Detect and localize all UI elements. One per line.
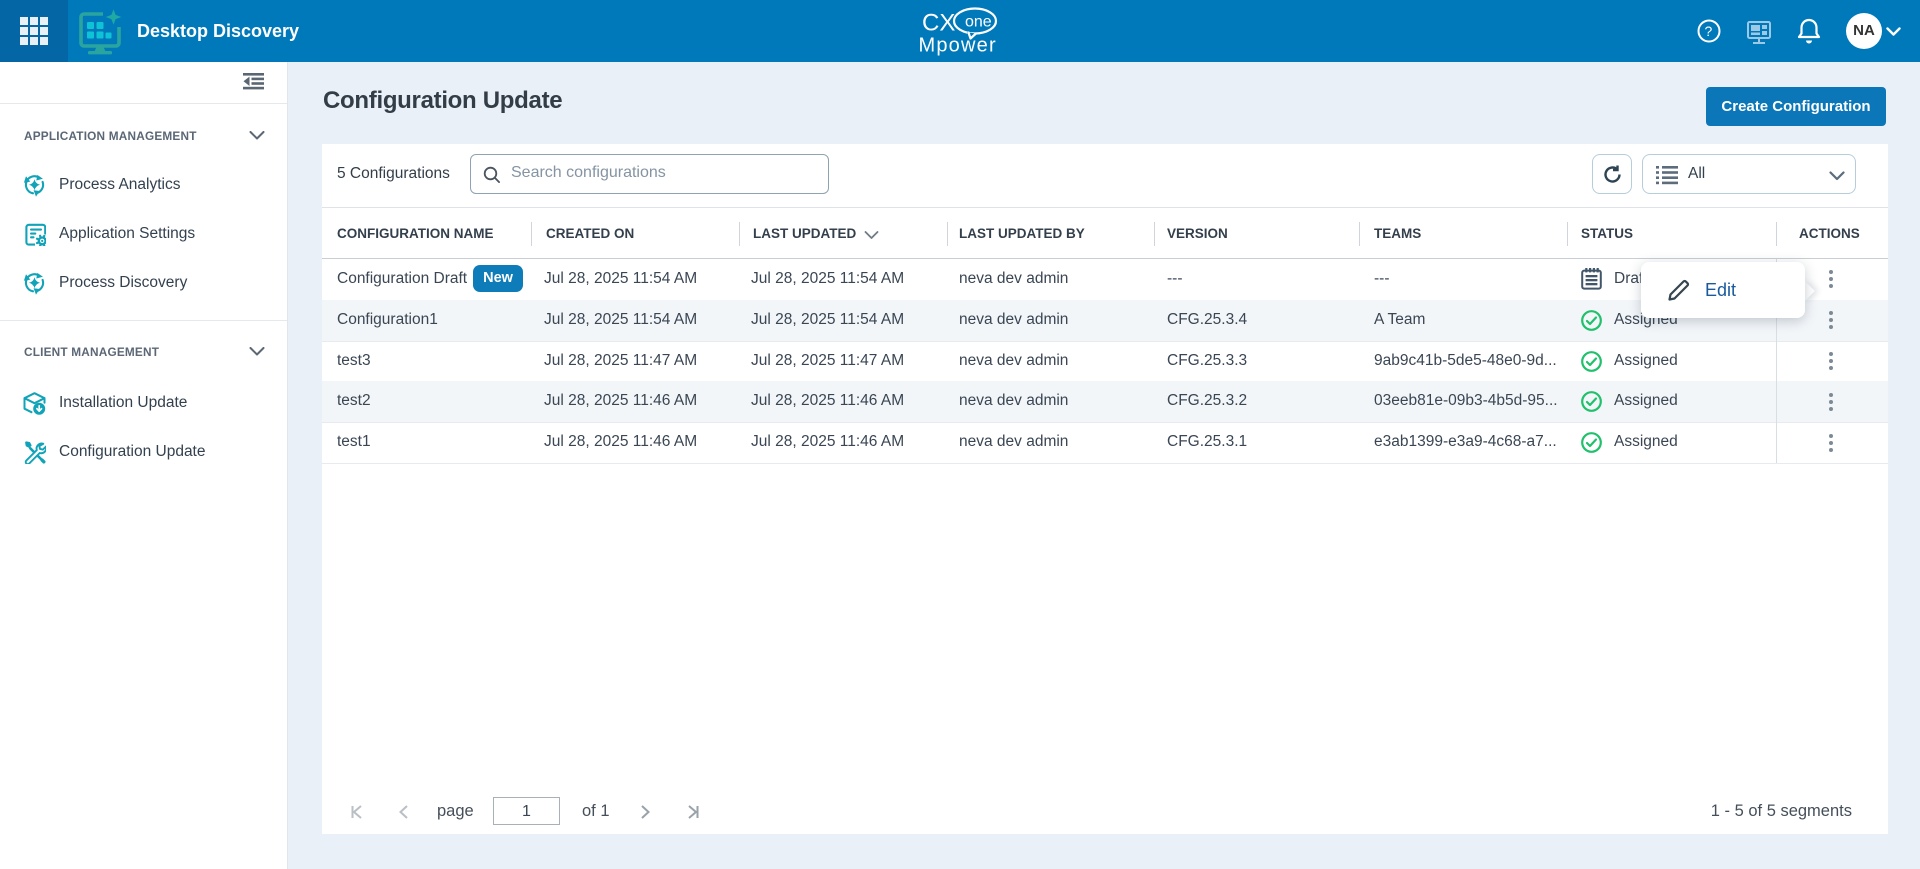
svg-text:?: ? (1705, 23, 1713, 39)
svg-text:one: one (965, 14, 992, 31)
svg-text:CX: CX (922, 10, 955, 37)
svg-text:Mpower: Mpower (919, 35, 997, 57)
